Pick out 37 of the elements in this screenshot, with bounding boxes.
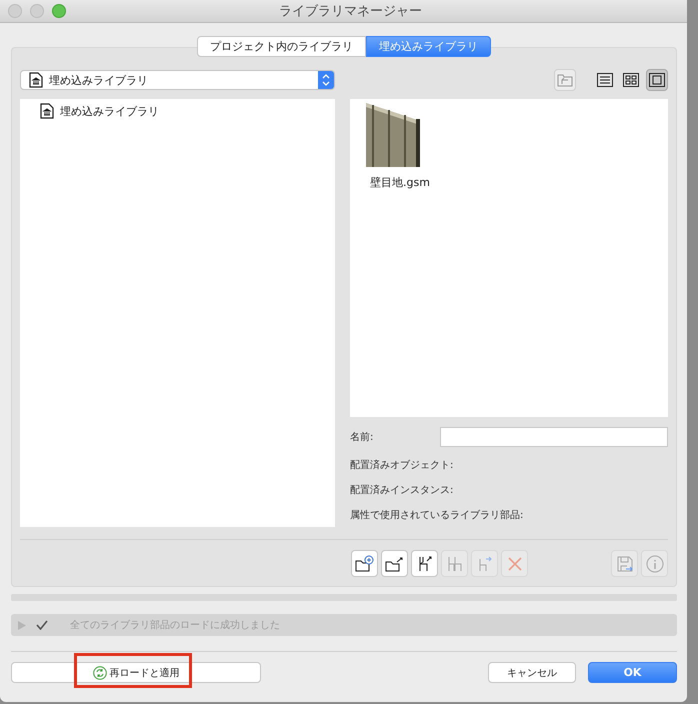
cancel-button[interactable]: キャンセル	[488, 662, 576, 683]
toolbar-button[interactable]	[351, 550, 378, 577]
name-field[interactable]	[440, 427, 668, 447]
grid-view-icon	[623, 73, 639, 87]
reload-apply-button[interactable]: 再ロードと適用	[11, 662, 261, 683]
toolbar-button[interactable]	[411, 550, 438, 577]
view-mode-button[interactable]	[646, 69, 668, 91]
folder-export-icon	[384, 554, 404, 572]
delete-icon	[508, 556, 522, 570]
parent-folder-button[interactable]	[554, 69, 576, 91]
expand-icon[interactable]	[18, 620, 26, 630]
detail-label: 配置済みオブジェクト:	[350, 458, 454, 472]
detail-label: 配置済みインスタンス:	[350, 484, 454, 497]
info-icon	[646, 554, 664, 572]
close-window-button[interactable]	[8, 4, 22, 18]
name-label: 名前:	[350, 431, 374, 444]
detail-label: 属性で使用されているライブラリ部品:	[350, 508, 524, 522]
tree-item[interactable]: 埋め込みライブラリ	[60, 104, 159, 118]
status-message: 全てのライブラリ部品のロードに成功しました	[70, 618, 280, 632]
checkmark-icon	[36, 620, 48, 630]
preview-view-icon	[649, 73, 665, 87]
minimize-window-button[interactable]	[30, 4, 44, 18]
save-icon	[616, 554, 634, 572]
file-name[interactable]: 壁目地.gsm	[370, 175, 430, 190]
tab[interactable]: プロジェクト内のライブラリ	[197, 36, 366, 57]
folder-up-icon	[557, 73, 573, 87]
library-document-icon	[29, 72, 43, 88]
library-dropdown[interactable]: 埋め込みライブラリ	[20, 70, 335, 90]
refresh-icon	[92, 666, 106, 680]
library-document-icon	[40, 103, 54, 119]
chairs-icon	[446, 554, 464, 572]
window-title: ライブラリマネージャー	[278, 3, 423, 20]
list-view-icon	[597, 73, 613, 87]
zoom-window-button[interactable]	[52, 4, 66, 18]
toolbar-button[interactable]	[381, 550, 408, 577]
add-folder-icon	[354, 554, 374, 572]
stepper-icon	[322, 74, 330, 86]
